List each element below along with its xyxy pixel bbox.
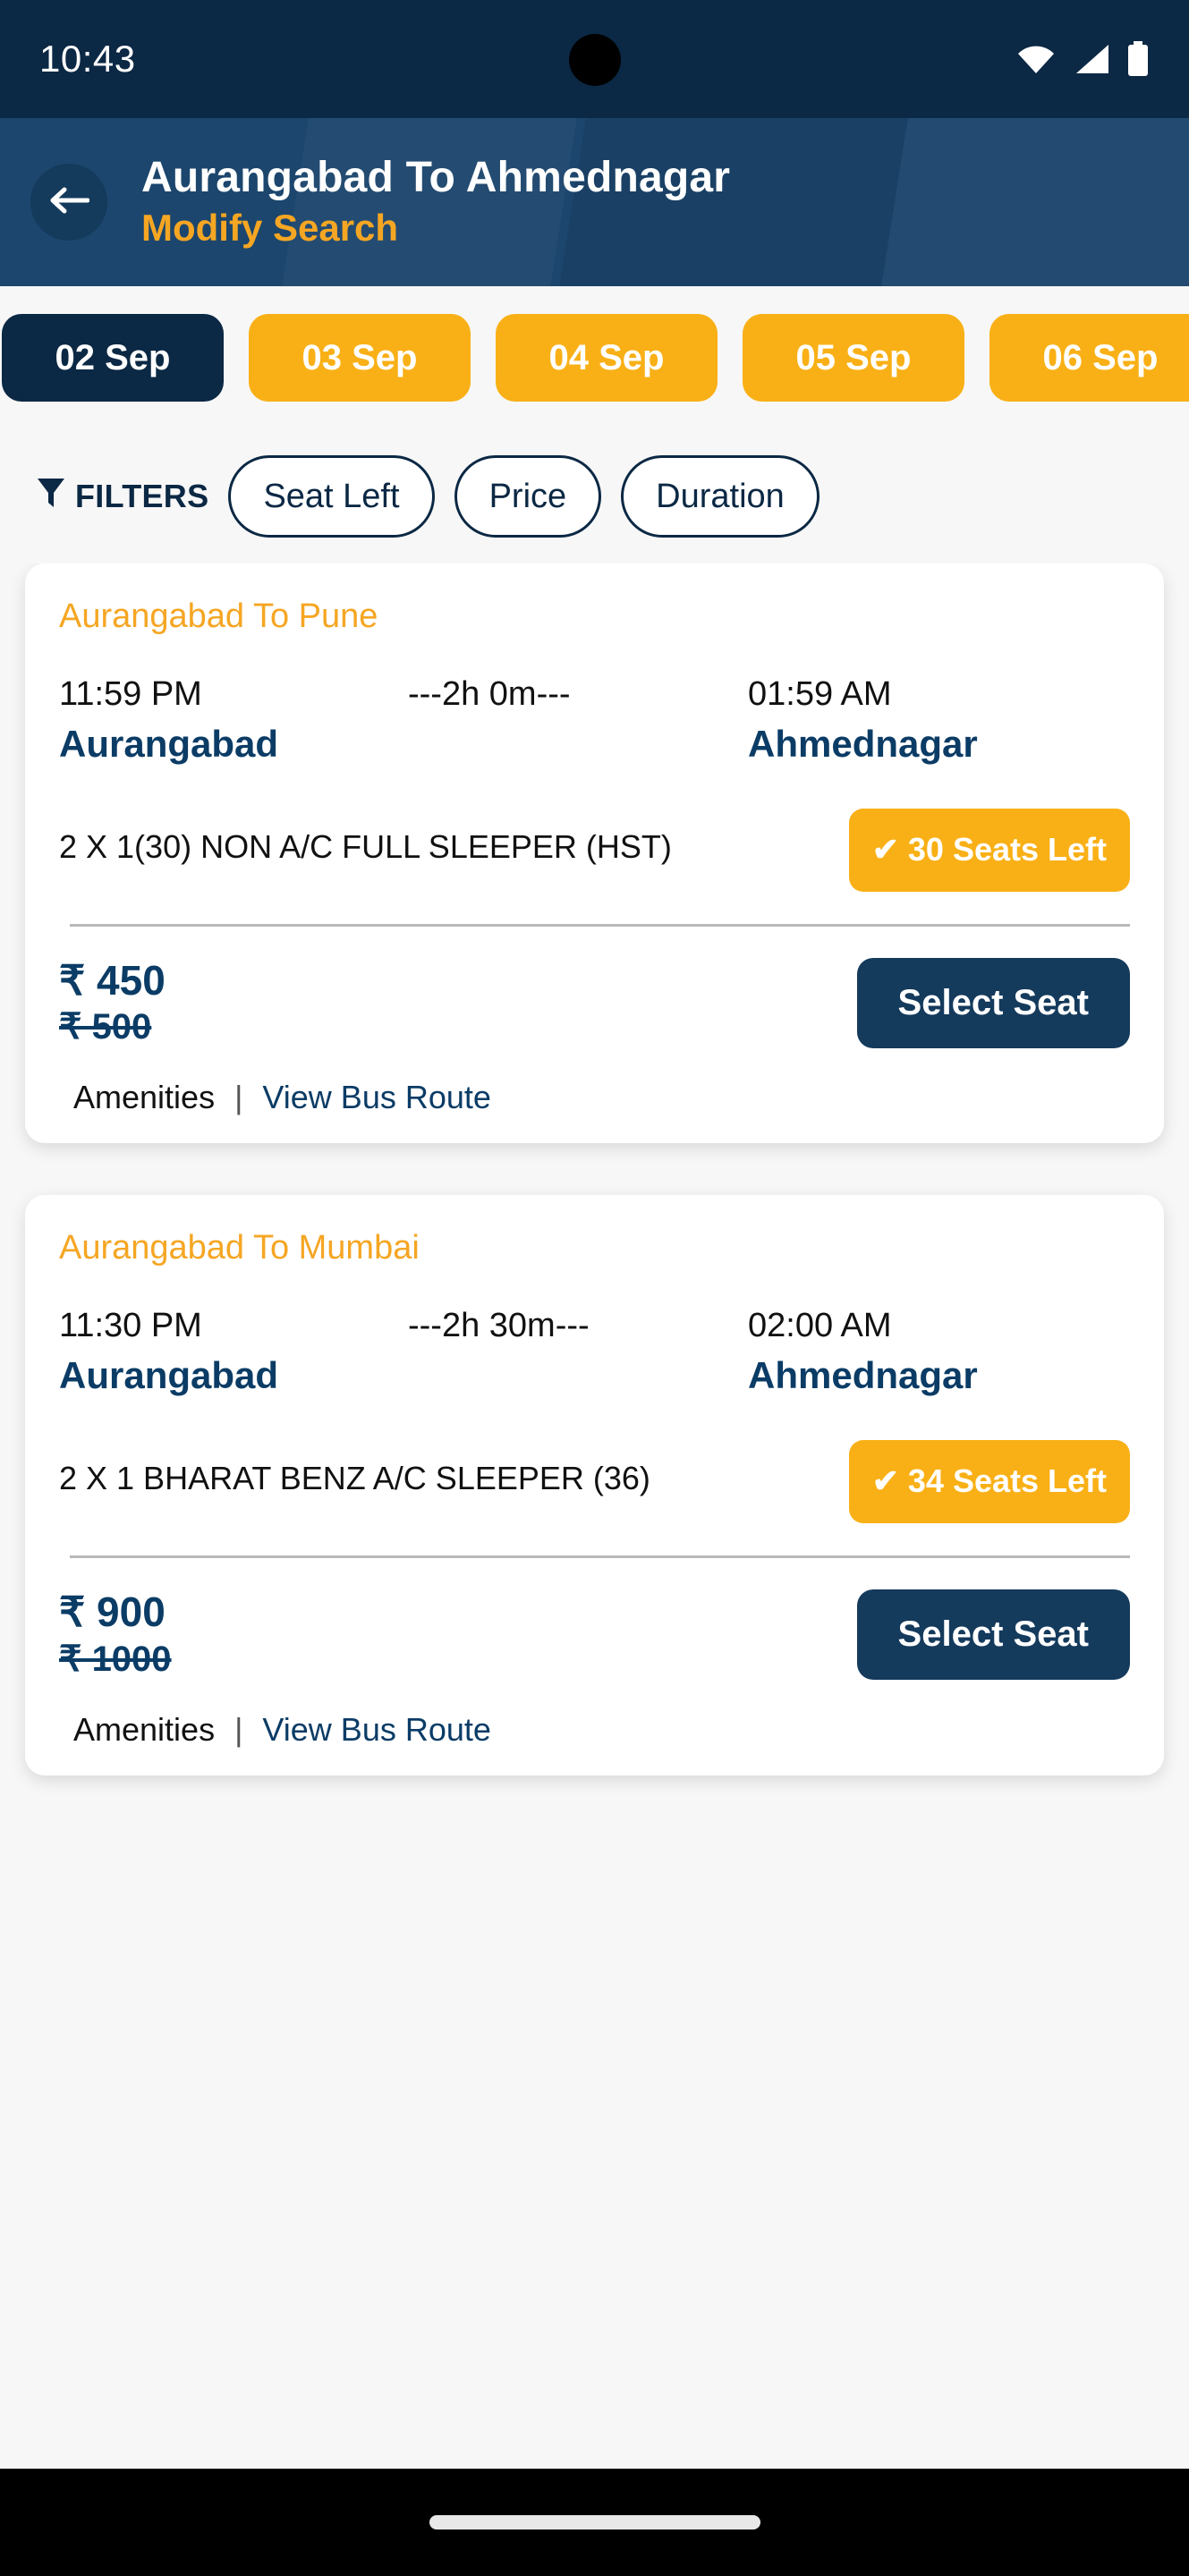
camera-punchhole [568,34,621,86]
date-chip-4[interactable]: 06 Sep [989,314,1189,402]
select-seat-button[interactable]: Select Seat [856,957,1130,1048]
bus-type-label: 2 X 1 BHARAT BENZ A/C SLEEPER (36) [59,1460,650,1497]
date-strip[interactable]: 02 Sep 03 Sep 04 Sep 05 Sep 06 Sep [0,286,1189,429]
footer-separator: | [234,1710,243,1748]
page-title: Aurangabad To Ahmednagar [141,153,731,201]
app-screen: 10:43 Aurangabad To Ahmednagar Modify Se… [0,0,1189,2576]
trip-time-row: 11:30 PM ---2h 30m--- 02:00 AM [59,1307,1130,1345]
trip-duration: ---2h 0m--- [408,675,571,713]
bus-type-row: 2 X 1 BHARAT BENZ A/C SLEEPER (36) ✔ 34 … [59,1440,1130,1524]
footer-separator: | [234,1079,243,1116]
card-divider [70,923,1130,927]
filter-chip-seat-left[interactable]: Seat Left [228,455,435,538]
filters-button[interactable]: FILTERS [36,475,208,519]
from-city: Aurangabad [59,723,279,765]
signal-icon [1073,43,1110,75]
price-block: ₹ 900 ₹ 1000 [59,1589,857,1681]
trip-duration: ---2h 30m--- [408,1307,590,1345]
arrival-time: 01:59 AM [748,675,892,713]
bus-route-title: Aurangabad To Mumbai [59,1229,420,1267]
to-city: Ahmednagar [748,1354,978,1397]
wifi-icon [1015,43,1057,75]
price-row: ₹ 900 ₹ 1000 Select Seat [59,1589,1130,1681]
date-chip-2[interactable]: 04 Sep [496,314,718,402]
back-button[interactable] [30,164,107,241]
arrival-time: 02:00 AM [748,1307,892,1345]
trip-city-row: Aurangabad Ahmednagar [59,1354,1130,1397]
status-bar: 10:43 [0,0,1189,118]
filter-chip-duration[interactable]: Duration [621,455,820,538]
amenities-link[interactable]: Amenities [73,1079,215,1116]
system-nav-bar [0,2469,1189,2576]
filters-label: FILTERS [75,478,209,514]
seats-left-badge: ✔ 30 Seats Left [848,809,1130,892]
home-indicator[interactable] [429,2515,760,2529]
bus-type-label: 2 X 1(30) NON A/C FULL SLEEPER (HST) [59,828,672,865]
battery-icon [1126,41,1150,77]
original-price: ₹ 1000 [59,1639,172,1679]
back-arrow-icon [48,182,90,223]
bus-route-title: Aurangabad To Pune [59,597,378,635]
status-icons [1015,41,1150,77]
filter-chip-price[interactable]: Price [454,455,602,538]
departure-time: 11:30 PM [59,1307,202,1345]
bus-card[interactable]: Aurangabad To Pune 11:59 PM ---2h 0m--- … [25,564,1164,1144]
card-footer-row: Amenities | View Bus Route [59,1079,1130,1116]
bus-results-list: Aurangabad To Pune 11:59 PM ---2h 0m--- … [0,564,1189,2469]
trip-city-row: Aurangabad Ahmednagar [59,723,1130,766]
seats-left-badge: ✔ 34 Seats Left [848,1440,1130,1524]
date-chip-1[interactable]: 03 Sep [249,314,471,402]
original-price: ₹ 500 [59,1007,152,1047]
price-row: ₹ 450 ₹ 500 Select Seat [59,957,1130,1049]
current-price: ₹ 900 [59,1589,166,1636]
date-chip-3[interactable]: 05 Sep [743,314,964,402]
view-bus-route-link[interactable]: View Bus Route [262,1711,490,1749]
page-header: Aurangabad To Ahmednagar Modify Search [0,118,1189,286]
departure-time: 11:59 PM [59,675,202,713]
from-city: Aurangabad [59,1354,279,1397]
date-chip-0[interactable]: 02 Sep [2,314,224,402]
to-city: Ahmednagar [748,723,978,765]
card-divider [70,1555,1130,1559]
bus-card[interactable]: Aurangabad To Mumbai 11:30 PM ---2h 30m-… [25,1195,1164,1775]
amenities-link[interactable]: Amenities [73,1711,215,1749]
view-bus-route-link[interactable]: View Bus Route [262,1079,490,1116]
price-block: ₹ 450 ₹ 500 [59,957,857,1049]
header-band-3 [876,118,1189,286]
header-text-block: Aurangabad To Ahmednagar Modify Search [141,154,730,250]
bus-type-row: 2 X 1(30) NON A/C FULL SLEEPER (HST) ✔ 3… [59,809,1130,892]
status-time: 10:43 [39,38,136,80]
select-seat-button[interactable]: Select Seat [856,1589,1130,1681]
funnel-icon [36,475,66,519]
card-footer-row: Amenities | View Bus Route [59,1711,1130,1749]
current-price: ₹ 450 [59,956,166,1004]
filter-row: FILTERS Seat Left Price Duration [0,429,1189,564]
trip-time-row: 11:59 PM ---2h 0m--- 01:59 AM [59,675,1130,714]
modify-search-link[interactable]: Modify Search [141,206,730,250]
